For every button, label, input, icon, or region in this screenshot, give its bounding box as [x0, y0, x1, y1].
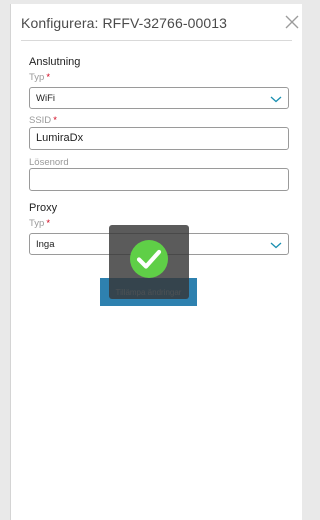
chevron-down-icon: [270, 242, 282, 249]
connection-section-title: Anslutning: [29, 56, 81, 68]
dialog-title: Konfigurera: RFFV-32766-00013: [21, 15, 228, 31]
chevron-down-icon: [270, 96, 282, 103]
password-input[interactable]: [29, 168, 289, 191]
proxy-type-label: Typ *: [29, 218, 50, 229]
proxy-section-title: Proxy: [29, 202, 58, 214]
password-label: Lösenord: [29, 157, 69, 168]
ssid-value: LumiraDx: [36, 132, 84, 144]
connection-type-select[interactable]: WiFi: [29, 87, 289, 109]
required-marker: *: [53, 115, 57, 126]
proxy-type-value: Inga: [36, 239, 55, 250]
proxy-type-label-text: Typ: [29, 218, 45, 229]
success-overlay: [109, 225, 189, 299]
ssid-label-text: SSID: [29, 115, 52, 126]
connection-type-label: Typ *: [29, 72, 50, 83]
ssid-input[interactable]: LumiraDx: [29, 127, 289, 150]
required-marker: *: [46, 218, 51, 229]
connection-type-value: WiFi: [36, 93, 55, 104]
dialog-header: Konfigurera: RFFV-32766-00013: [11, 4, 303, 40]
close-icon[interactable]: [283, 13, 301, 31]
ssid-label: SSID *: [29, 115, 57, 126]
required-marker: *: [46, 72, 51, 83]
checkmark-success-icon: [130, 240, 168, 278]
header-divider: [21, 40, 292, 41]
connection-type-label-text: Typ: [29, 72, 45, 83]
